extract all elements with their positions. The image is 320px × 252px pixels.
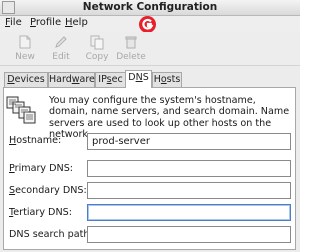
dns-search-path-field[interactable] (87, 226, 291, 243)
hostname-field[interactable]: prod-server (87, 133, 291, 150)
menu-help[interactable]: Help (65, 17, 88, 28)
tab-devices[interactable]: Devices (4, 72, 48, 87)
dns-search-path-label: DNS search path: (9, 229, 93, 240)
copy-icon (90, 35, 104, 50)
secondary-dns-label: Secondary DNS: (9, 185, 87, 196)
primary-dns-field[interactable] (87, 160, 291, 177)
copy-button[interactable]: Copy (82, 34, 112, 62)
primary-dns-label: Primary DNS: (9, 163, 74, 174)
title-bar: Network Configuration (0, 0, 300, 16)
toolbar: New Edit Copy Delete (0, 32, 300, 66)
edit-pencil-icon (55, 36, 67, 48)
tertiary-dns-field[interactable] (87, 204, 291, 221)
tab-hardware[interactable]: Hardware (48, 72, 95, 87)
delete-button[interactable]: Delete (116, 34, 146, 62)
hostname-label: Hostname: (9, 135, 62, 146)
tab-hosts[interactable]: Hosts (152, 72, 182, 87)
new-icon (19, 35, 31, 49)
edit-button[interactable]: Edit (46, 34, 76, 62)
menu-profile[interactable]: Profile (30, 17, 61, 28)
window-title: Network Configuration (82, 1, 218, 13)
tertiary-dns-label: Tertiary DNS: (9, 207, 72, 218)
tab-ipsec[interactable]: IPsec (95, 72, 126, 87)
trash-icon (125, 36, 137, 49)
dns-servers-icon (6, 96, 36, 124)
menu-file[interactable]: File (5, 17, 22, 28)
new-button[interactable]: New (10, 34, 40, 62)
secondary-dns-field[interactable] (87, 182, 291, 199)
tab-dns[interactable]: DNS (125, 70, 152, 88)
